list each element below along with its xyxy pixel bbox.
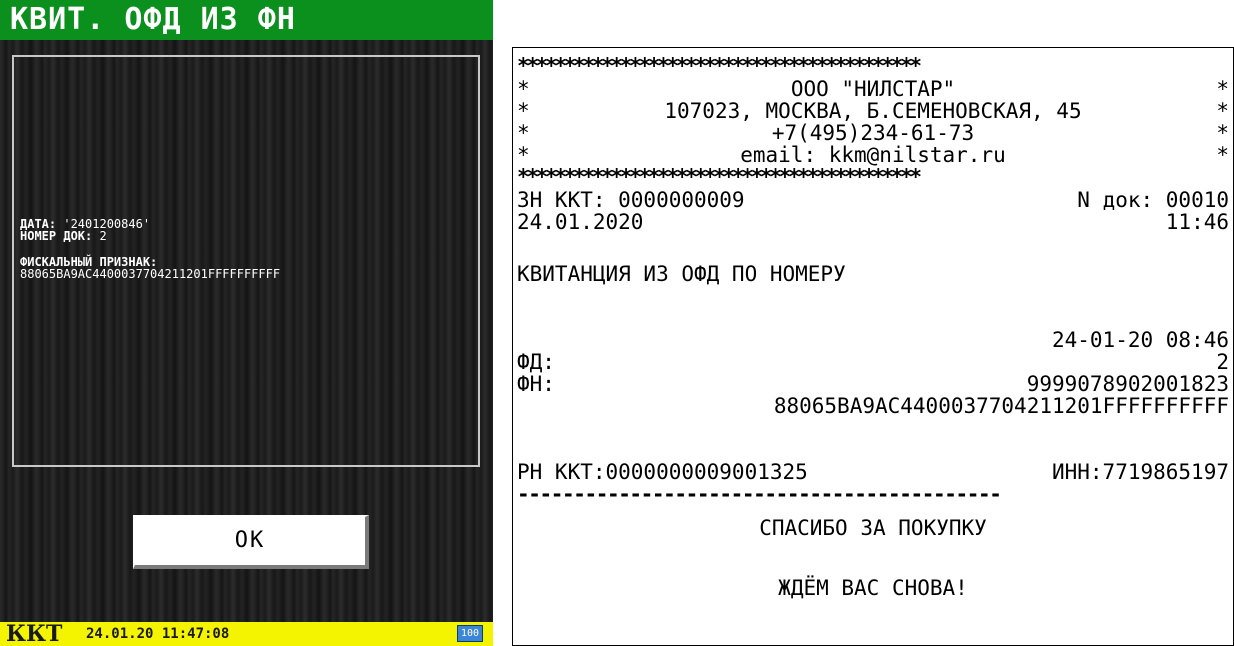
company-address: 107023, МОСКВА, Б.СЕМЕНОВСКАЯ, 45 — [664, 99, 1082, 123]
rn-inn-row: РН ККТ:0000000009001325 ИНН:7719865197 — [517, 462, 1229, 483]
receipt-time: 11:46 — [1165, 210, 1229, 234]
receipt-title: КВИТАНЦИЯ ИЗ ОФД ПО НОМЕРУ — [517, 262, 846, 286]
receipt-date: 24.01.2020 — [517, 210, 644, 234]
doc-number-row: НОМЕР ДОК: 2 — [20, 230, 480, 242]
thanks-text: СПАСИБО ЗА ПОКУПКУ — [759, 516, 987, 540]
ofd-datetime: 24-01-20 08:46 — [1051, 328, 1229, 352]
fn-label: ФН: — [517, 372, 555, 396]
zn-kkt: ЗН ККТ: 0000000009 — [517, 188, 745, 212]
company-phone: +7(495)234-61-73 — [771, 121, 975, 145]
battery-icon: 100 — [457, 625, 483, 642]
status-bar: ККТ 24.01.20 11:47:08 100 — [0, 622, 493, 646]
status-datetime: 24.01.20 11:47:08 — [86, 626, 230, 642]
header-line-address: * 107023, МОСКВА, Б.СЕМЕНОВСКАЯ, 45 * — [517, 99, 1229, 123]
fiscal-sign-value: 88065BA9AC4400037704211201FFFFFFFFFF — [20, 267, 281, 281]
fd-row: ФД: 2 — [517, 352, 1229, 373]
fn-value: 9999078902001823 — [1026, 372, 1229, 396]
doc-number-label: НОМЕР ДОК: — [20, 229, 93, 243]
device-name: ККТ — [6, 621, 63, 646]
printed-receipt: ****************************************… — [512, 47, 1234, 646]
doc-number: N док: 00010 — [1077, 188, 1229, 212]
inn: ИНН:7719865197 — [1051, 460, 1229, 484]
company-email: email: kkm@nilstar.ru — [740, 143, 1006, 167]
rn-kkt: РН ККТ:0000000009001325 — [517, 460, 808, 484]
date-time-row: 24.01.2020 11:46 — [517, 212, 1229, 233]
zn-doc-row: ЗН ККТ: 0000000009 N док: 00010 — [517, 190, 1229, 211]
receipt-info: ДАТА: '2401200846' НОМЕР ДОК: 2 ФИСКАЛЬН… — [20, 218, 480, 280]
fn-row: ФН: 9999078902001823 — [517, 374, 1229, 395]
company-name: ООО "НИЛСТАР" — [790, 77, 956, 101]
header-line-phone: * +7(495)234-61-73 * — [517, 121, 1229, 145]
header-line-company: * ООО "НИЛСТАР" * — [517, 77, 1229, 101]
fd-label: ФД: — [517, 350, 555, 374]
come-again-text: ЖДЁМ ВАС СНОВА! — [778, 576, 968, 600]
device-screen: КВИТ. ОФД ИЗ ФН ДАТА: '2401200846' НОМЕР… — [0, 0, 493, 646]
fiscal-sign: 88065BA9AC4400037704211201FFFFFFFFFF — [773, 394, 1229, 418]
doc-number-value: 2 — [99, 229, 107, 243]
screen-title: КВИТ. ОФД ИЗ ФН — [0, 0, 493, 40]
stars-top: ****************************************… — [517, 54, 922, 78]
header-line-email: * email: kkm@nilstar.ru * — [517, 143, 1229, 167]
divider: ----------------------------------------… — [517, 482, 1002, 506]
ok-button[interactable]: OK — [133, 515, 369, 569]
fd-value: 2 — [1216, 350, 1229, 374]
stars-bottom: ****************************************… — [517, 165, 922, 189]
